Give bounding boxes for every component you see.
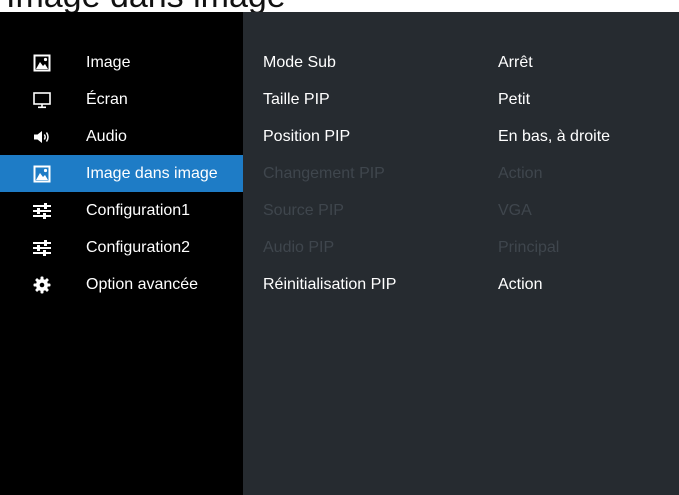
main-menu: Image Écran Audio Image dans image Confi: [0, 12, 243, 495]
menu-item-label: Écran: [86, 90, 128, 108]
setting-name: Mode Sub: [263, 53, 336, 71]
setting-value: Action: [498, 164, 543, 182]
menu-item-label: Option avancée: [86, 275, 199, 293]
setting-value: VGA: [498, 201, 532, 219]
menu-item-ecran[interactable]: Écran: [0, 81, 243, 118]
setting-name: Taille PIP: [263, 90, 330, 108]
menu-item-configuration2[interactable]: Configuration2: [0, 229, 243, 266]
setting-value: Petit: [498, 90, 531, 108]
setting-name: Position PIP: [263, 127, 351, 145]
image-icon: [32, 164, 52, 184]
menu-item-audio[interactable]: Audio: [0, 118, 243, 155]
setting-name: Audio PIP: [263, 238, 335, 256]
setting-value: Arrêt: [498, 53, 533, 71]
monitor-icon: [32, 90, 52, 110]
osd-menu: Image Écran Audio Image dans image Confi: [0, 12, 679, 495]
setting-mode-sub[interactable]: Mode Sub Arrêt: [243, 44, 679, 81]
menu-item-label: Configuration1: [86, 201, 191, 219]
menu-item-option-avancee[interactable]: Option avancée: [0, 266, 243, 303]
menu-item-label: Image dans image: [86, 164, 218, 182]
menu-item-label: Image: [86, 53, 131, 71]
setting-audio-pip: Audio PIP Principal: [243, 229, 679, 266]
setting-changement-pip: Changement PIP Action: [243, 155, 679, 192]
speaker-icon: [32, 127, 52, 147]
setting-value: En bas, à droite: [498, 127, 611, 145]
menu-item-label: Audio: [86, 127, 127, 145]
setting-name: Réinitialisation PIP: [263, 275, 397, 293]
sliders-icon: [32, 201, 52, 221]
setting-name: Changement PIP: [263, 164, 385, 182]
sliders-icon: [32, 238, 52, 258]
setting-value: Principal: [498, 238, 560, 256]
setting-name: Source PIP: [263, 201, 344, 219]
menu-item-label: Configuration2: [86, 238, 191, 256]
setting-source-pip: Source PIP VGA: [243, 192, 679, 229]
setting-position-pip[interactable]: Position PIP En bas, à droite: [243, 118, 679, 155]
settings-panel: Mode Sub Arrêt Taille PIP Petit Position…: [243, 12, 679, 495]
setting-value: Action: [498, 275, 543, 293]
menu-item-image[interactable]: Image: [0, 44, 243, 81]
setting-reinitialisation-pip[interactable]: Réinitialisation PIP Action: [243, 266, 679, 303]
menu-item-image-dans-image[interactable]: Image dans image: [0, 155, 243, 192]
image-icon: [32, 53, 52, 73]
gear-icon: [32, 275, 52, 295]
setting-taille-pip[interactable]: Taille PIP Petit: [243, 81, 679, 118]
menu-item-configuration1[interactable]: Configuration1: [0, 192, 243, 229]
